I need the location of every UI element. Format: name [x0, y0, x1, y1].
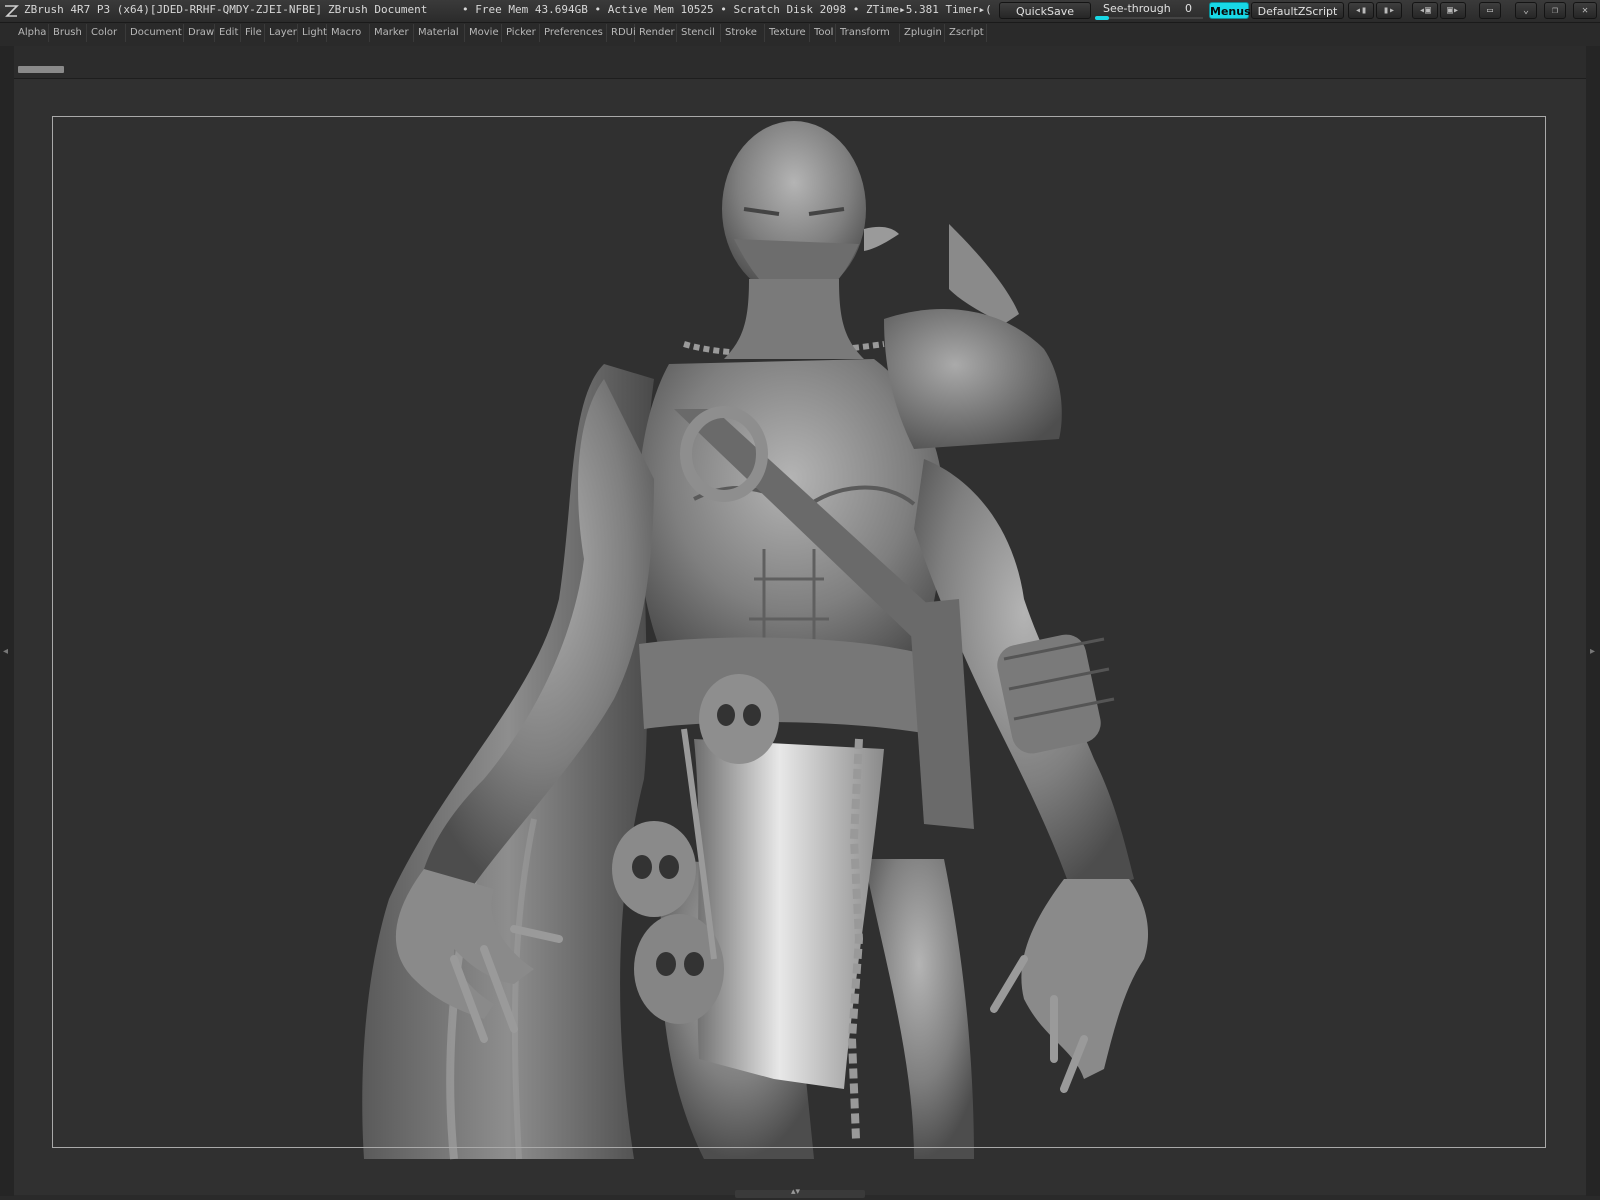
- right-tray[interactable]: ▸: [1586, 46, 1600, 1196]
- top-shelf: [14, 46, 1586, 79]
- app-title: ZBrush 4R7 P3 (x64)[JDED-RRHF-QMDY-ZJEI-…: [24, 3, 323, 16]
- document-title: ZBrush Document: [328, 3, 428, 16]
- main-menu-bar: Alpha Brush Color Document Draw Edit File Layer…: [14, 24, 1600, 44]
- menu-item-layer[interactable]: Layer: [265, 24, 298, 42]
- restore-icon[interactable]: ❐: [1544, 2, 1566, 19]
- see-through-label: See-through: [1103, 2, 1171, 15]
- see-through-track[interactable]: [1095, 17, 1203, 19]
- menu-item-marker[interactable]: Marker: [370, 24, 414, 42]
- minimize-icon[interactable]: ⌄: [1515, 2, 1537, 19]
- see-through-knob[interactable]: [1095, 16, 1109, 20]
- close-icon[interactable]: ✕: [1573, 2, 1597, 19]
- menu-item-zplugin[interactable]: Zplugin: [900, 24, 945, 42]
- see-through-value: 0: [1185, 2, 1192, 15]
- document-canvas[interactable]: [14, 79, 1586, 1195]
- menu-item-rdui[interactable]: RDUi: [607, 24, 636, 42]
- menus-toggle-button[interactable]: Menus: [1209, 2, 1251, 19]
- menu-item-draw[interactable]: Draw: [184, 24, 215, 42]
- menu-item-movie[interactable]: Movie: [465, 24, 502, 42]
- bottom-tray-arrow-icon[interactable]: ▴▾: [791, 1187, 800, 1197]
- menu-item-file[interactable]: File: [241, 24, 265, 42]
- shelf-handle[interactable]: [18, 66, 64, 73]
- lock-icon[interactable]: ▭: [1479, 2, 1501, 19]
- zbrush-logo-icon[interactable]: [3, 3, 19, 19]
- menu-item-stencil[interactable]: Stencil: [677, 24, 721, 42]
- see-through-slider[interactable]: See-through 0: [1093, 2, 1205, 20]
- bottom-tray-handle[interactable]: ▴▾: [735, 1187, 865, 1198]
- palette-expand-icon[interactable]: ▮▸: [1376, 2, 1402, 19]
- default-zscript-button[interactable]: DefaultZScript: [1251, 2, 1344, 19]
- menu-item-brush[interactable]: Brush: [49, 24, 87, 42]
- menu-item-color[interactable]: Color: [87, 24, 126, 42]
- menu-item-edit[interactable]: Edit: [215, 24, 241, 42]
- menu-item-light[interactable]: Light: [298, 24, 327, 42]
- document-frame: [52, 116, 1546, 1148]
- right-tray-arrow-icon[interactable]: ▸: [1590, 646, 1598, 657]
- palette-shrink-icon[interactable]: ◂▮: [1348, 2, 1374, 19]
- left-tray[interactable]: ◂: [0, 46, 14, 1196]
- menu-item-texture[interactable]: Texture: [765, 24, 810, 42]
- menu-item-preferences[interactable]: Preferences: [540, 24, 607, 42]
- menu-item-macro[interactable]: Macro: [327, 24, 370, 42]
- menu-item-picker[interactable]: Picker: [502, 24, 540, 42]
- title-bar: ZBrush 4R7 P3 (x64)[JDED-RRHF-QMDY-ZJEI-…: [0, 0, 1600, 23]
- menu-item-transform[interactable]: Transform: [836, 24, 900, 42]
- menu-item-document[interactable]: Document: [126, 24, 184, 42]
- menu-item-material[interactable]: Material: [414, 24, 465, 42]
- menu-item-stroke[interactable]: Stroke: [721, 24, 765, 42]
- menu-item-zscript[interactable]: Zscript: [945, 24, 987, 42]
- menu-item-tool[interactable]: Tool: [810, 24, 836, 42]
- memory-stats: • Free Mem 43.694GB • Active Mem 10525 •…: [462, 3, 992, 16]
- left-tray-arrow-icon[interactable]: ◂: [3, 646, 11, 657]
- layout-next-icon[interactable]: ▣▸: [1440, 2, 1466, 19]
- quicksave-button[interactable]: QuickSave: [999, 2, 1091, 19]
- layout-prev-icon[interactable]: ◂▣: [1412, 2, 1438, 19]
- menu-item-alpha[interactable]: Alpha: [14, 24, 49, 42]
- menu-item-render[interactable]: Render: [635, 24, 677, 42]
